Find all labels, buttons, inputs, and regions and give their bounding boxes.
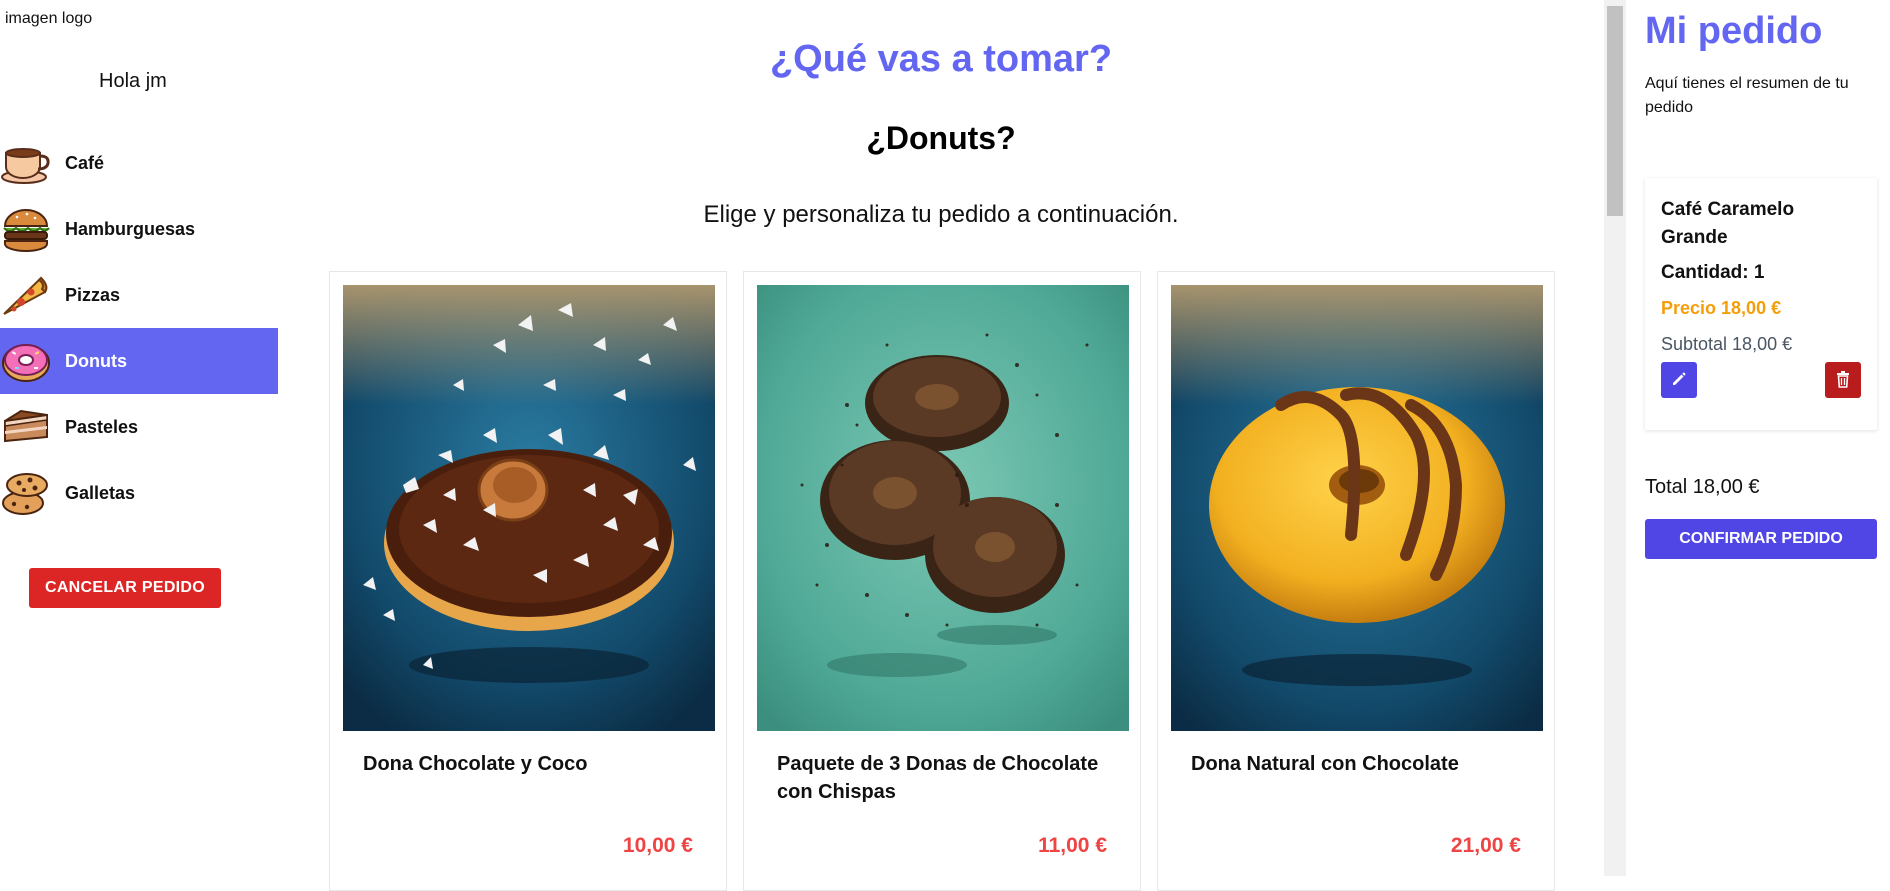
- category-label: Pasteles: [65, 416, 139, 437]
- order-item-price: Precio 18,00 €: [1661, 298, 1782, 318]
- page-title: ¿Qué vas a tomar?: [769, 38, 1113, 80]
- cake-icon: [0, 401, 52, 453]
- product-name: Dona Chocolate y Coco: [363, 753, 588, 775]
- burger-icon: [0, 203, 52, 255]
- order-total: Total 18,00 €: [1645, 476, 1760, 498]
- product-image: [343, 285, 715, 731]
- page-description: Elige y personaliza tu pedido a continua…: [703, 201, 1179, 228]
- category-item-cafe[interactable]: Café: [0, 130, 278, 196]
- product-card[interactable]: Paquete de 3 Donas de Chocolate con Chis…: [743, 271, 1141, 891]
- pizza-icon: [0, 269, 52, 321]
- product-card[interactable]: Dona Natural con Chocolate 21,00 €: [1157, 271, 1555, 891]
- product-price: 11,00 €: [1038, 834, 1107, 857]
- category-label: Café: [65, 152, 105, 173]
- cookie-icon: [0, 467, 52, 519]
- product-card[interactable]: Dona Chocolate y Coco 10,00 €: [329, 271, 727, 891]
- category-label: Donuts: [65, 350, 127, 371]
- category-label: Pizzas: [65, 284, 121, 305]
- order-description: Aquí tienes el resumen de tu pedido: [1645, 75, 1849, 116]
- order-item-quantity: Cantidad: 1: [1661, 262, 1765, 283]
- delete-item-button[interactable]: [1825, 362, 1861, 398]
- main-scrollbar[interactable]: [1604, 0, 1626, 876]
- scrollbar-thumb[interactable]: [1607, 6, 1623, 216]
- product-name: Dona Natural con Chocolate: [1191, 753, 1459, 775]
- logo-placeholder: imagen logo: [5, 10, 93, 27]
- category-item-hamburguesas[interactable]: Hamburguesas: [0, 196, 278, 262]
- sidebar: imagen logo Hola jm Café Hamburguesas Pi…: [0, 0, 278, 876]
- donut-icon: [0, 335, 52, 387]
- product-image: [757, 285, 1129, 731]
- category-item-pasteles[interactable]: Pasteles: [0, 394, 278, 460]
- user-greeting: Hola jm: [99, 70, 167, 92]
- pencil-icon: [1671, 371, 1687, 390]
- order-panel: Mi pedido Aquí tienes el resumen de tu p…: [1626, 0, 1890, 876]
- order-item-subtotal: Subtotal 18,00 €: [1661, 334, 1793, 354]
- product-image: [1171, 285, 1543, 731]
- category-label: Galletas: [65, 482, 136, 503]
- coffee-icon: [0, 137, 52, 189]
- category-item-donuts[interactable]: Donuts: [0, 328, 278, 394]
- order-title: Mi pedido: [1645, 10, 1823, 52]
- order-item-name: Café Caramelo Grande: [1661, 199, 1795, 248]
- category-list: Café Hamburguesas Pizzas Donuts Pasteles…: [0, 130, 278, 526]
- product-name: Paquete de 3 Donas de Chocolate con Chis…: [777, 753, 1099, 803]
- product-price: 21,00 €: [1450, 834, 1521, 857]
- confirm-order-button[interactable]: CONFIRMAR PEDIDO: [1645, 519, 1877, 559]
- category-label: Hamburguesas: [65, 218, 196, 239]
- trash-icon: [1835, 370, 1851, 391]
- main-content: ¿Qué vas a tomar? ¿Donuts? Elige y perso…: [278, 0, 1604, 891]
- product-price: 10,00 €: [622, 834, 693, 857]
- category-item-galletas[interactable]: Galletas: [0, 460, 278, 526]
- category-item-pizzas[interactable]: Pizzas: [0, 262, 278, 328]
- category-heading: ¿Donuts?: [866, 120, 1016, 156]
- edit-item-button[interactable]: [1661, 362, 1697, 398]
- cancel-order-button[interactable]: CANCELAR PEDIDO: [29, 568, 221, 608]
- order-item: Café Caramelo Grande Cantidad: 1 Precio …: [1645, 178, 1877, 430]
